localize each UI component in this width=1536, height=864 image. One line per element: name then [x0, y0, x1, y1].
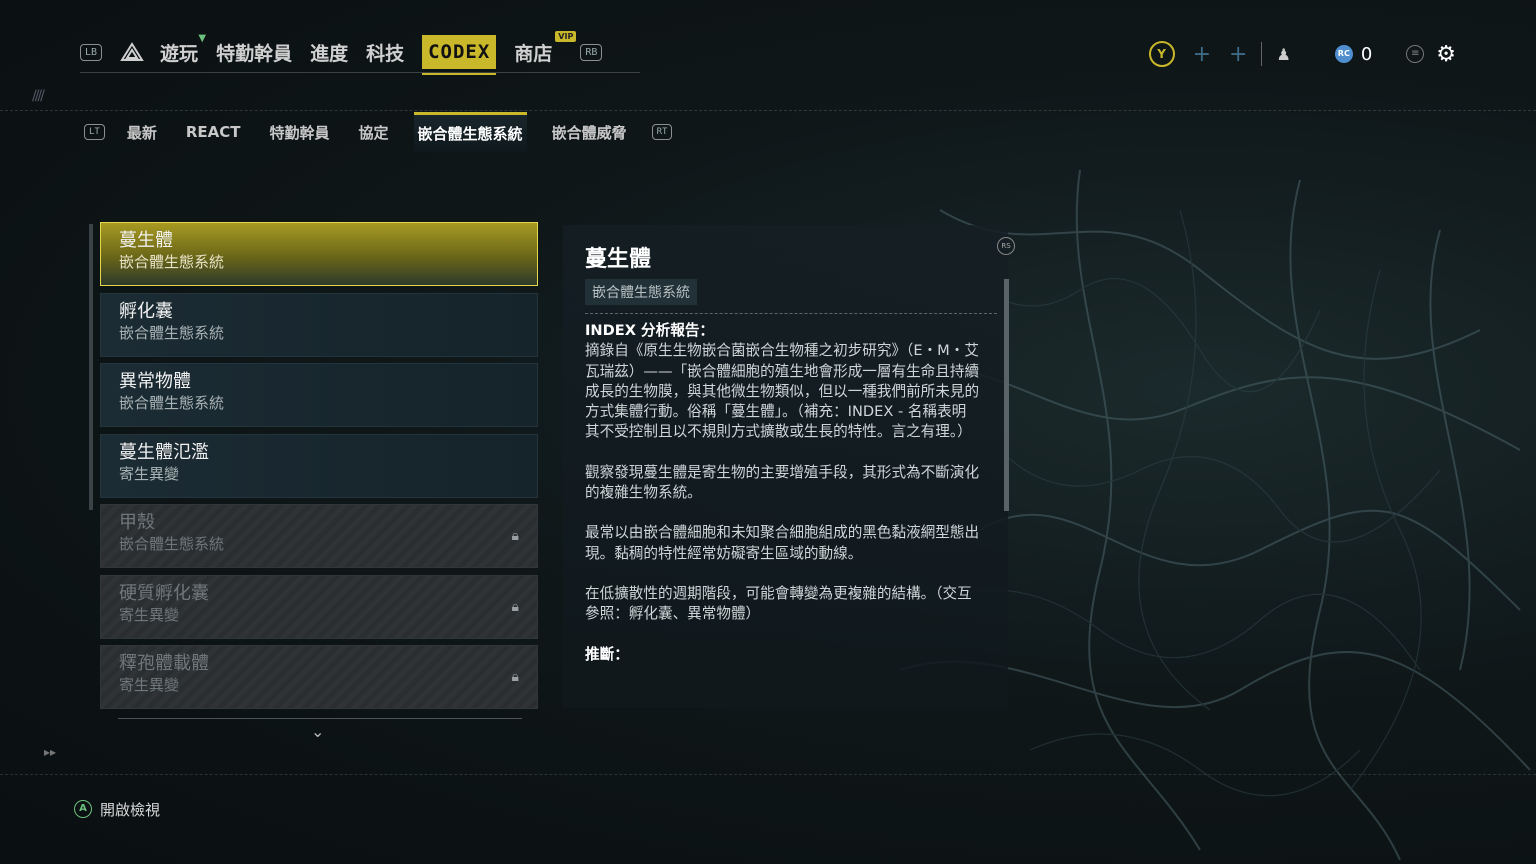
tab-operators[interactable]: 特勤幹員: [216, 39, 292, 66]
entry-title: 硬質孵化囊: [119, 582, 209, 604]
list-scrollbar[interactable]: [89, 224, 93, 510]
currency-icon: RC: [1334, 45, 1353, 63]
divider: [1261, 42, 1263, 66]
list-item[interactable]: 異常物體 嵌合體生態系統: [100, 363, 538, 427]
entry-title: 蔓生體: [119, 230, 173, 251]
entry-detail-panel: 蔓生體 嵌合體生態系統 RS INDEX 分析報告： 摘錄自《原生生物嵌合菌嵌合…: [563, 225, 1015, 708]
detail-title: 蔓生體: [585, 247, 652, 272]
chevron-down-icon[interactable]: ⌄: [311, 722, 324, 741]
lb-button-hint[interactable]: LB: [80, 43, 103, 61]
brand-triangle-icon[interactable]: [120, 42, 144, 62]
codex-entry-list: 蔓生體 嵌合體生態系統 孵化囊 嵌合體生態系統 異常物體 嵌合體生態系統 蔓生體…: [100, 222, 538, 716]
entry-subtitle: 嵌合體生態系統: [119, 323, 225, 342]
settings-gear-icon[interactable]: ⚙: [1436, 42, 1456, 67]
entry-subtitle: 嵌合體生態系統: [119, 394, 225, 412]
tab-play[interactable]: 遊玩 ▼: [160, 33, 206, 66]
tab-latest[interactable]: 最新: [123, 114, 161, 151]
tab-progress[interactable]: 進度: [310, 39, 348, 66]
rb-button-hint[interactable]: RB: [580, 43, 603, 61]
list-bottom-divider: [118, 718, 522, 719]
report-paragraph: 最常以由嵌合體細胞和未知聚合細胞組成的黑色黏液網型態出現。黏稠的特性經常妨礙寄生…: [585, 524, 980, 562]
lock-icon: 🔒︎: [511, 598, 519, 615]
open-view-action[interactable]: 開啟檢視: [100, 799, 160, 820]
detail-divider: [585, 313, 997, 314]
tab-tech[interactable]: 科技: [366, 39, 404, 66]
decorative-stripes: ////: [32, 88, 45, 104]
add-slot-icon[interactable]: +: [1193, 42, 1211, 67]
entry-subtitle: 嵌合體生態系統: [119, 535, 225, 553]
detail-body: INDEX 分析報告： 摘錄自《原生生物嵌合菌嵌合生物種之初步研究》（E・M・艾…: [585, 321, 980, 665]
menu-icon[interactable]: ≡: [1406, 45, 1425, 63]
entry-title: 孵化囊: [119, 300, 173, 322]
list-item[interactable]: 孵化囊 嵌合體生態系統: [100, 292, 538, 357]
header-divider: [0, 110, 1536, 111]
lock-icon: 🔒︎: [511, 528, 519, 544]
rs-scroll-hint-icon[interactable]: RS: [997, 237, 1015, 255]
lt-button-hint[interactable]: LT: [84, 124, 105, 140]
tab-operators-codex[interactable]: 特勤幹員: [266, 114, 334, 151]
tab-chimera-ecosystem[interactable]: 嵌合體生態系統: [413, 112, 527, 152]
entry-subtitle: 寄生異變: [119, 676, 180, 694]
tab-store[interactable]: 商店 VIP: [514, 30, 577, 66]
list-item[interactable]: 蔓生體氾濫 寄生異變: [100, 433, 538, 498]
fast-forward-icon: ▸▸: [44, 745, 57, 759]
entry-subtitle: 嵌合體生態系統: [119, 253, 225, 271]
main-nav: LB 遊玩 ▼ 特勤幹員 進度 科技 CODEX 商店 VIP RB: [80, 30, 620, 75]
footer-divider: [0, 774, 1536, 775]
y-button-icon[interactable]: Y: [1148, 41, 1175, 67]
top-right-status: Y + + ♟ RC 0 ≡ ⚙: [1148, 38, 1456, 70]
tab-codex[interactable]: CODEX: [422, 35, 497, 75]
new-indicator-icon: ▼: [198, 32, 207, 44]
list-item-locked[interactable]: 甲殼 嵌合體生態系統 🔒︎: [100, 504, 538, 568]
entry-title: 異常物體: [119, 371, 191, 392]
entry-subtitle: 寄生異變: [119, 464, 180, 483]
report-paragraph: 摘錄自《原生生物嵌合菌嵌合生物種之初步研究》（E・M・艾瓦瑞茲）——「嵌合體細胞…: [585, 342, 980, 441]
codex-category-nav: LT 最新 REACT 特勤幹員 協定 嵌合體生態系統 嵌合體威脅 RT: [84, 112, 690, 152]
report-inference-label: 推斷：: [585, 645, 629, 663]
rt-button-hint[interactable]: RT: [651, 124, 673, 140]
report-paragraph: 觀察發現蔓生體是寄生物的主要增殖手段，其形式為不斷演化的複雜生物系統。: [585, 463, 980, 502]
vip-badge: VIP: [555, 30, 577, 42]
report-heading: INDEX 分析報告：: [585, 322, 715, 339]
a-button-icon[interactable]: A: [74, 800, 92, 818]
nav-underline: [80, 72, 640, 73]
list-item[interactable]: 蔓生體 嵌合體生態系統: [100, 222, 538, 286]
detail-category-tag: 嵌合體生態系統: [585, 279, 697, 305]
detail-scrollbar[interactable]: [1004, 279, 1009, 511]
entry-title: 釋孢體載體: [119, 653, 209, 674]
report-paragraph: 在低擴散性的週期階段，可能會轉變為更複雜的結構。（交互參照：孵化囊、異常物體）: [585, 584, 972, 623]
add-slot-icon[interactable]: +: [1229, 42, 1247, 67]
entry-title: 甲殼: [119, 512, 155, 533]
entry-subtitle: 寄生異變: [119, 605, 180, 624]
player-profile-icon[interactable]: ♟: [1276, 45, 1290, 64]
entry-title: 蔓生體氾濫: [119, 441, 209, 463]
tab-chimera-threats[interactable]: 嵌合體威脅: [548, 114, 631, 151]
currency-count: 0: [1360, 43, 1373, 65]
list-item-locked[interactable]: 硬質孵化囊 寄生異變 🔒︎: [100, 574, 538, 639]
tab-protocols[interactable]: 協定: [355, 114, 393, 151]
list-item-locked[interactable]: 釋孢體載體 寄生異變 🔒︎: [100, 645, 538, 709]
lock-icon: 🔒︎: [511, 669, 519, 685]
tab-react[interactable]: REACT: [182, 115, 245, 149]
